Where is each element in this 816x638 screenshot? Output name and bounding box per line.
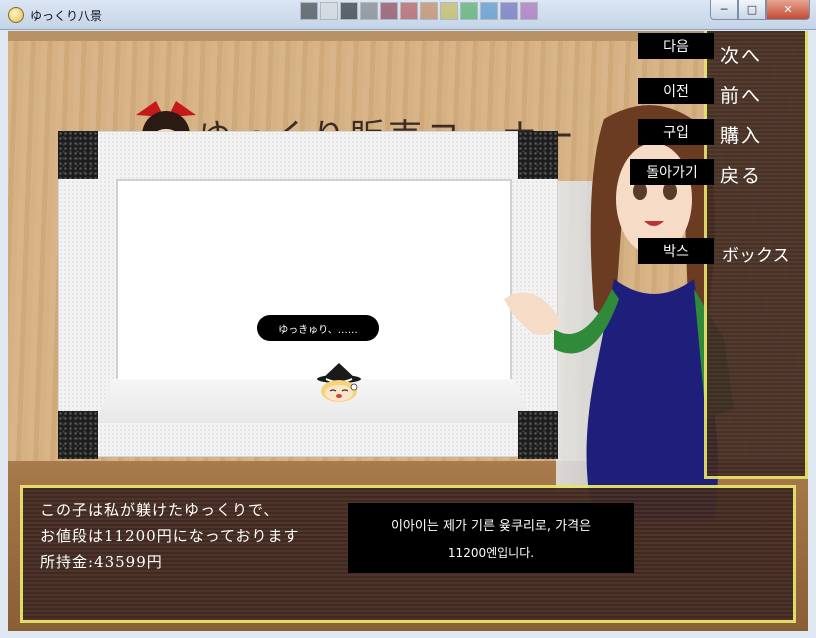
ko-label-next: 다음 — [638, 33, 714, 59]
menu-item-back[interactable]: 戻る — [720, 161, 762, 188]
ko-label-back: 돌아가기 — [630, 159, 714, 185]
ko-dialog-line-2: 11200엔입니다. — [447, 546, 535, 560]
menu-item-previous[interactable]: 前へ — [720, 81, 762, 108]
display-box-inner — [116, 179, 512, 401]
display-box-floor — [96, 379, 532, 423]
menu-item-next[interactable]: 次へ — [720, 41, 762, 68]
background-color-swatches — [300, 2, 538, 24]
box-corner-top-left — [58, 131, 98, 179]
app-icon — [8, 7, 24, 23]
window-controls: ─ □ ✕ — [710, 0, 810, 20]
ko-label-purchase: 구입 — [638, 119, 714, 145]
yukkuri-speech-bubble: ゆっきゅり、…… — [257, 315, 379, 341]
menu-item-box[interactable]: ボックス — [722, 241, 790, 266]
maximize-button[interactable]: □ — [738, 0, 766, 20]
money-display: 所持金:43599円 — [40, 553, 163, 571]
close-button[interactable]: ✕ — [766, 0, 810, 20]
ko-label-box: 박스 — [638, 238, 714, 264]
minimize-button[interactable]: ─ — [710, 0, 738, 20]
window-title: ゆっくり八景 — [30, 9, 103, 23]
dialog-line-2: お値段は11200円になっております — [40, 527, 300, 545]
game-viewport[interactable]: ゆっくり販売コーナー ゆっきゅり、…… 次へ 前へ 購入 戻る ボックス — [8, 31, 808, 631]
dialog-line-1: この子は私が躾けたゆっくりで、 — [40, 501, 280, 519]
window-titlebar[interactable]: ゆっくり八景 ─ □ ✕ — [0, 0, 816, 30]
box-corner-bottom-left — [58, 411, 98, 459]
yukkuri-marisa[interactable] — [316, 363, 362, 403]
ko-translation-box: 이아이는 제가 기른 윶쿠리로, 가격은 11200엔입니다. — [348, 503, 634, 573]
ko-dialog-line-1: 이아이는 제가 기른 윶쿠리로, 가격은 — [390, 519, 592, 534]
menu-item-purchase[interactable]: 購入 — [720, 121, 762, 148]
ko-label-previous: 이전 — [638, 78, 714, 104]
